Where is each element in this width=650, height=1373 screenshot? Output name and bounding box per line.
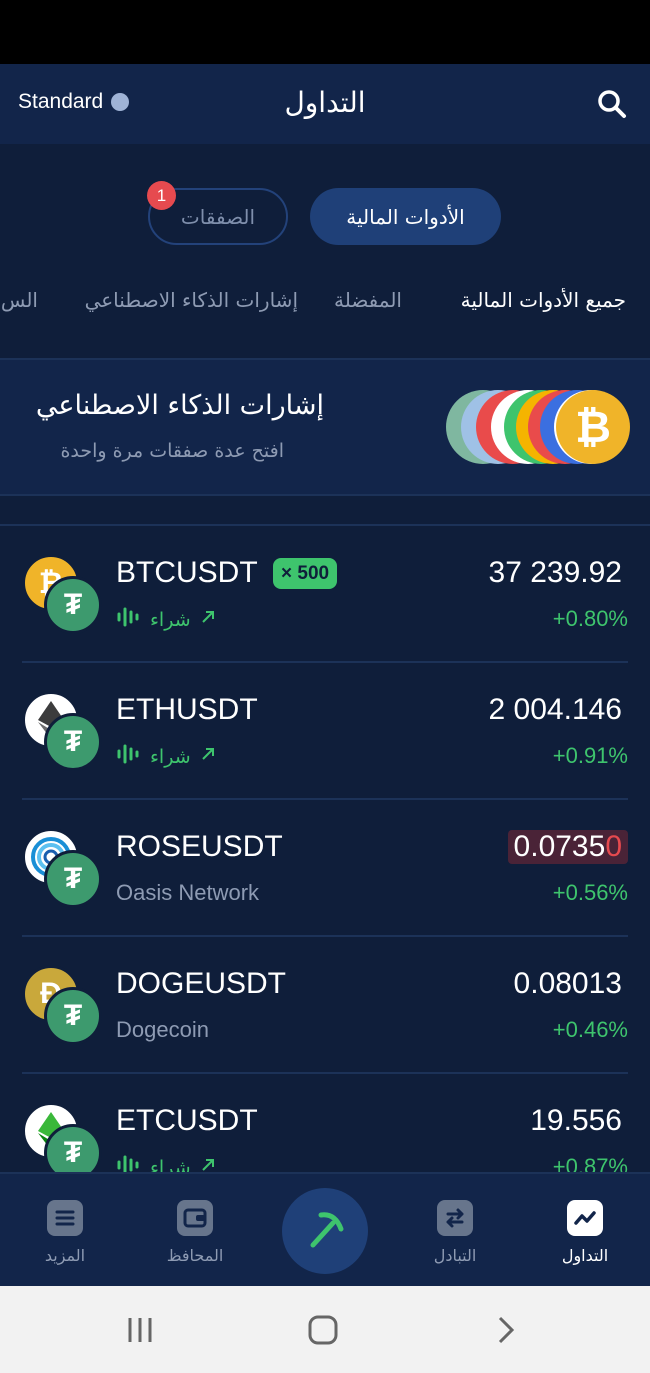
instrument-name: Dogecoin [116, 1017, 209, 1042]
instrument-symbol: ETCUSDT [116, 1104, 258, 1137]
coin-stack-illustration: ₿ [446, 390, 630, 464]
tether-icon: ₮ [44, 576, 102, 634]
signal-label: شراء [150, 1156, 191, 1173]
instrument-name: Oasis Network [116, 880, 260, 905]
instrument-change: +0.91% [552, 743, 628, 768]
home-icon[interactable] [307, 1314, 339, 1346]
nav-more[interactable]: المزيد [10, 1200, 120, 1265]
arrow-up-right-icon [199, 1156, 217, 1172]
instrument-change: +0.87% [552, 1154, 628, 1172]
tether-icon: ₮ [44, 987, 102, 1045]
signal-wave-icon [116, 1154, 142, 1172]
recent-apps-icon[interactable] [124, 1314, 156, 1346]
instrument-row-roseusdt[interactable]: ₮ ROSEUSDT Oasis Network 0.07350 +0.56% [0, 800, 650, 937]
nav-wallets-label: المحافظ [166, 1246, 224, 1265]
filter-more[interactable]: الس [1, 288, 38, 312]
price-changed-digit: 0 [605, 830, 622, 863]
filter-tabs: جميع الأدوات المالية المفضلة إشارات الذك… [0, 288, 650, 322]
chart-icon [567, 1200, 603, 1236]
tab-instruments[interactable]: الأدوات المالية [310, 188, 501, 245]
instrument-symbol: BTCUSDT [116, 556, 258, 589]
signal-wave-icon [116, 606, 142, 633]
filter-ai-signals[interactable]: إشارات الذكاء الاصطناعي [85, 288, 298, 312]
app-header: Standard التداول [0, 64, 650, 144]
nav-more-label: المزيد [44, 1246, 86, 1265]
price-main: 0.0735 [513, 830, 606, 863]
instrument-row-ethusdt[interactable]: ₮ ETHUSDT شراء 2 004.146 +0.91% [0, 663, 650, 800]
instrument-row-dogeusdt[interactable]: Đ ₮ DOGEUSDT Dogecoin 0.08013 +0.46% [0, 937, 650, 1074]
exchange-icon [437, 1200, 473, 1236]
nav-trading-label: التداول [561, 1246, 609, 1265]
instrument-list: ₿ ₮ BTCUSDT × 500 شراء 37 239.92 +0.80% … [0, 526, 650, 1172]
signal-label: شراء [150, 608, 191, 631]
signal-label: شراء [150, 745, 191, 768]
instrument-symbol: DOGEUSDT [116, 967, 287, 1000]
page-title: التداول [284, 86, 366, 119]
system-navigation-bar [0, 1286, 650, 1373]
back-icon[interactable] [490, 1314, 522, 1346]
instrument-row-btcusdt[interactable]: ₿ ₮ BTCUSDT × 500 شراء 37 239.92 +0.80% [0, 526, 650, 663]
ai-banner-title: إشارات الذكاء الاصطناعي [35, 390, 324, 421]
ai-signal: شراء [116, 743, 217, 770]
bitcoin-icon: ₿ [556, 390, 630, 464]
divider [0, 494, 650, 496]
tab-instruments-label: الأدوات المالية [346, 204, 465, 229]
signal-wave-icon [116, 743, 142, 770]
ai-signal: شراء [116, 606, 217, 633]
menu-icon [47, 1200, 83, 1236]
filter-all-instruments[interactable]: جميع الأدوات المالية [461, 288, 626, 312]
tether-icon: ₮ [44, 1124, 102, 1172]
pickaxe-icon [303, 1207, 347, 1255]
tether-icon: ₮ [44, 850, 102, 908]
search-icon[interactable] [596, 88, 628, 120]
instrument-price: 0.08013 [513, 967, 622, 1000]
tab-deals-label: الصفقات [180, 204, 256, 229]
ai-signals-banner[interactable]: إشارات الذكاء الاصطناعي افتح عدة صفقات م… [0, 360, 650, 494]
instrument-change: +0.46% [552, 1017, 628, 1042]
ai-signal: شراء [116, 1154, 217, 1172]
nav-trading[interactable]: التداول [530, 1200, 640, 1265]
status-bar [0, 0, 650, 64]
nav-exchange-label: التبادل [433, 1246, 477, 1265]
ai-banner-subtitle: افتح عدة صفقات مرة واحدة [60, 440, 284, 462]
instrument-price: 2 004.146 [488, 693, 622, 726]
tether-icon: ₮ [44, 713, 102, 771]
leverage-badge: × 500 [273, 558, 338, 589]
instrument-price: 0.07350 [507, 830, 628, 864]
nav-exchange[interactable]: التبادل [400, 1200, 510, 1265]
mining-button[interactable] [282, 1188, 368, 1274]
wallet-icon [177, 1200, 213, 1236]
instrument-row-etcusdt[interactable]: ₮ ETCUSDT شراء 19.556 +0.87% [0, 1074, 650, 1172]
filter-favorites[interactable]: المفضلة [334, 288, 402, 312]
instrument-price: 19.556 [530, 1104, 622, 1137]
bottom-navigation: المزيد المحافظ التبادل التداول [0, 1172, 650, 1286]
instrument-symbol: ROSEUSDT [116, 830, 283, 863]
deals-count-badge: 1 [147, 181, 176, 210]
arrow-up-right-icon [199, 608, 217, 631]
instrument-price: 37 239.92 [488, 556, 622, 589]
nav-wallets[interactable]: المحافظ [140, 1200, 250, 1265]
arrow-up-right-icon [199, 745, 217, 768]
instrument-change: +0.80% [552, 606, 628, 631]
instrument-symbol: ETHUSDT [116, 693, 258, 726]
instrument-change: +0.56% [552, 880, 628, 905]
